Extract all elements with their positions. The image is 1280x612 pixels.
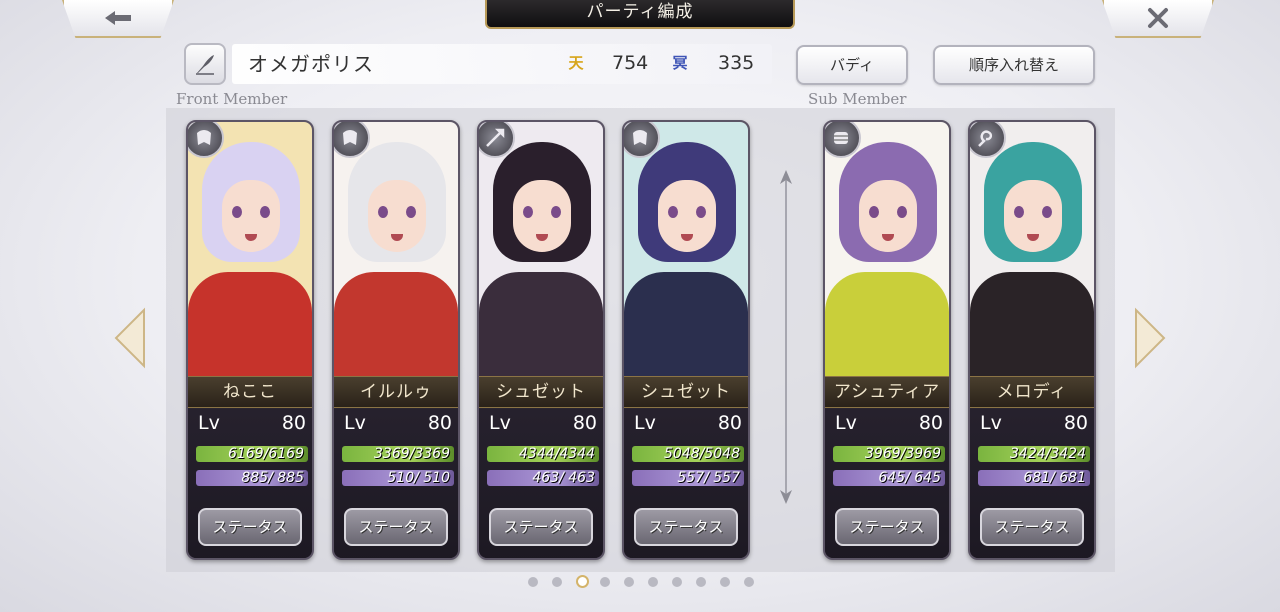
character-card[interactable]: メロディ Lv 80 3424/3424 681/ 681 ステータス (968, 120, 1096, 560)
level-value: 80 (572, 412, 597, 434)
level-row: Lv 80 (833, 412, 945, 440)
level-value: 80 (918, 412, 943, 434)
level-value: 80 (717, 412, 742, 434)
page-dot[interactable] (696, 577, 706, 587)
character-card[interactable]: シュゼット Lv 80 5048/5048 557/ 557 ステータス (622, 120, 750, 560)
page-dot[interactable] (648, 577, 658, 587)
page-title: パーティ編成 (485, 0, 795, 29)
ten-value: 754 (612, 52, 649, 74)
hp-bar: 3424/3424 (978, 446, 1090, 462)
page-dot[interactable] (600, 577, 610, 587)
hp-bar: 3969/3969 (833, 446, 945, 462)
quill-icon (196, 55, 214, 75)
status-button[interactable]: ステータス (344, 508, 448, 546)
character-portrait[interactable] (188, 122, 312, 382)
page-dot-active[interactable] (576, 575, 589, 588)
hp-bar: 6169/6169 (196, 446, 308, 462)
mp-bar: 510/ 510 (342, 470, 454, 486)
level-label: Lv (835, 412, 857, 434)
page-dot[interactable] (672, 577, 682, 587)
level-row: Lv 80 (978, 412, 1090, 440)
page-dot[interactable] (720, 577, 730, 587)
status-button[interactable]: ステータス (489, 508, 593, 546)
character-portrait[interactable] (479, 122, 603, 382)
status-button[interactable]: ステータス (198, 508, 302, 546)
sub-member-label: Sub Member (808, 90, 907, 108)
reorder-button[interactable]: 順序入れ替え (933, 45, 1095, 85)
status-button[interactable]: ステータス (634, 508, 738, 546)
edit-party-name-button[interactable] (184, 43, 226, 85)
prev-party-arrow-icon[interactable] (112, 306, 148, 370)
member-divider (785, 178, 787, 500)
buddy-button[interactable]: バディ (796, 45, 908, 85)
back-arrow-icon (105, 11, 131, 25)
page-dot[interactable] (744, 577, 754, 587)
character-name: アシュティア (825, 376, 949, 408)
mp-bar: 463/ 463 (487, 470, 599, 486)
character-name: シュゼット (624, 376, 748, 408)
mp-bar: 557/ 557 (632, 470, 744, 486)
mp-bar: 645/ 645 (833, 470, 945, 486)
level-label: Lv (344, 412, 366, 434)
hp-bar: 3369/3369 (342, 446, 454, 462)
level-row: Lv 80 (196, 412, 308, 440)
status-button[interactable]: ステータス (835, 508, 939, 546)
level-row: Lv 80 (632, 412, 744, 440)
close-button[interactable] (1102, 0, 1214, 38)
mei-value: 335 (718, 52, 755, 74)
character-name: ねここ (188, 376, 312, 408)
front-member-label: Front Member (176, 90, 288, 108)
character-card[interactable]: アシュティア Lv 80 3969/3969 645/ 645 ステータス (823, 120, 951, 560)
mp-bar: 885/ 885 (196, 470, 308, 486)
hp-bar: 5048/5048 (632, 446, 744, 462)
next-party-arrow-icon[interactable] (1132, 306, 1168, 370)
level-label: Lv (980, 412, 1002, 434)
page-dot[interactable] (624, 577, 634, 587)
close-icon (1148, 8, 1168, 28)
character-portrait[interactable] (970, 122, 1094, 382)
ten-icon: 天 (568, 54, 584, 72)
level-row: Lv 80 (487, 412, 599, 440)
level-value: 80 (427, 412, 452, 434)
divider-bottom-ornament (780, 490, 792, 504)
mp-bar: 681/ 681 (978, 470, 1090, 486)
hp-bar: 4344/4344 (487, 446, 599, 462)
character-name: シュゼット (479, 376, 603, 408)
level-value: 80 (1063, 412, 1088, 434)
page-indicator (528, 575, 758, 589)
character-card[interactable]: シュゼット Lv 80 4344/4344 463/ 463 ステータス (477, 120, 605, 560)
level-label: Lv (634, 412, 656, 434)
page-dot[interactable] (528, 577, 538, 587)
back-button[interactable] (62, 0, 174, 38)
character-name: メロディ (970, 376, 1094, 408)
mei-icon: 冥 (672, 54, 688, 72)
level-label: Lv (198, 412, 220, 434)
character-name: イルルゥ (334, 376, 458, 408)
character-portrait[interactable] (624, 122, 748, 382)
character-portrait[interactable] (825, 122, 949, 382)
status-button[interactable]: ステータス (980, 508, 1084, 546)
character-card[interactable]: イルルゥ Lv 80 3369/3369 510/ 510 ステータス (332, 120, 460, 560)
party-name: オメガポリス (248, 52, 374, 76)
divider-top-ornament (780, 170, 792, 184)
level-label: Lv (489, 412, 511, 434)
character-card[interactable]: ねここ Lv 80 6169/6169 885/ 885 ステータス (186, 120, 314, 560)
page-dot[interactable] (552, 577, 562, 587)
level-row: Lv 80 (342, 412, 454, 440)
character-portrait[interactable] (334, 122, 458, 382)
level-value: 80 (281, 412, 306, 434)
